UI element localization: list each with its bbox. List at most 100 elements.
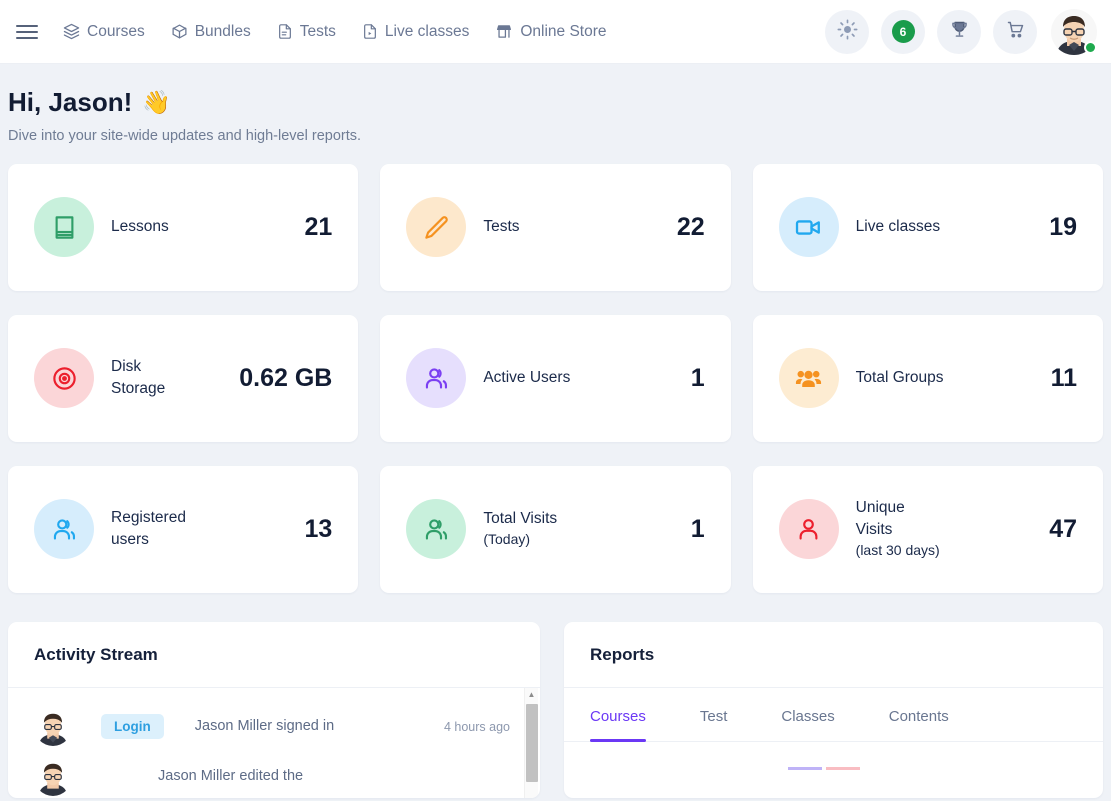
activity-scrollbar[interactable]: ▲	[524, 688, 538, 798]
activity-stream-body: Login Jason Miller signed in 4 hours ago	[8, 688, 540, 798]
activity-row[interactable]: Jason Miller edited the	[8, 752, 540, 798]
reports-chart-preview	[564, 742, 1103, 770]
tab-test[interactable]: Test	[700, 688, 728, 741]
stat-label: Active Users	[483, 367, 680, 389]
target-icon	[51, 365, 78, 392]
stat-card-disk-storage[interactable]: Disk Storage 0.62 GB	[8, 315, 358, 442]
stat-card-tests[interactable]: Tests 22	[380, 164, 730, 291]
tab-courses[interactable]: Courses	[590, 688, 646, 741]
file-text-icon	[277, 23, 293, 40]
stat-label: Total Visits (Today)	[483, 508, 680, 550]
nav-label-bundles: Bundles	[195, 24, 251, 40]
pencil-icon	[423, 214, 450, 241]
book-icon	[51, 214, 78, 241]
stat-label: Disk Storage	[111, 356, 229, 400]
user-check-icon	[423, 516, 450, 543]
user-check-icon-wrap	[34, 499, 94, 559]
user-check-icon-wrap	[406, 348, 466, 408]
stat-card-registered-users[interactable]: Registered users 13	[8, 466, 358, 593]
stat-label: Live classes	[856, 216, 1040, 238]
box-icon	[171, 23, 188, 40]
points-badge: 6	[892, 20, 915, 43]
theme-toggle-button[interactable]	[825, 10, 869, 54]
activity-stream-panel: Activity Stream	[8, 622, 540, 798]
video-file-icon	[362, 23, 378, 40]
stat-label: Tests	[483, 216, 667, 238]
cart-button[interactable]	[993, 10, 1037, 54]
stat-card-unique-visits[interactable]: Unique Visits (last 30 days) 47	[753, 466, 1103, 593]
user-check-icon-wrap	[406, 499, 466, 559]
stat-value: 13	[295, 515, 333, 544]
user-check-icon	[51, 516, 78, 543]
stat-label: Total Groups	[856, 367, 1041, 389]
nav-item-courses[interactable]: Courses	[63, 23, 145, 40]
stat-value: 1	[681, 364, 705, 393]
stat-card-total-groups[interactable]: Total Groups 11	[753, 315, 1103, 442]
stat-label-text: Total Visits	[483, 510, 557, 527]
achievements-button[interactable]	[937, 10, 981, 54]
trophy-icon	[949, 19, 970, 45]
hamburger-menu-icon[interactable]	[0, 0, 46, 64]
book-icon-wrap	[34, 197, 94, 257]
nav-label-live-classes: Live classes	[385, 24, 469, 40]
activity-list: Login Jason Miller signed in 4 hours ago	[8, 688, 540, 798]
stat-value: 21	[295, 213, 333, 242]
target-icon-wrap	[34, 348, 94, 408]
stat-label-sub: (Today)	[483, 530, 680, 550]
activity-avatar	[34, 758, 72, 796]
user-icon-wrap	[779, 499, 839, 559]
primary-nav-links: Courses Bundles Tests	[63, 23, 607, 40]
stat-card-live-classes[interactable]: Live classes 19	[753, 164, 1103, 291]
user-avatar[interactable]	[1051, 9, 1097, 55]
tab-contents[interactable]: Contents	[889, 688, 949, 741]
stat-label-sub: (last 30 days)	[856, 541, 1040, 561]
activity-badge[interactable]: Login	[101, 714, 164, 739]
tab-classes[interactable]: Classes	[781, 688, 834, 741]
scroll-up-arrow-icon[interactable]: ▲	[525, 688, 538, 702]
nav-item-live-classes[interactable]: Live classes	[362, 23, 469, 40]
chart-bar	[788, 767, 822, 770]
layers-icon	[63, 23, 80, 40]
stat-value: 22	[667, 213, 705, 242]
activity-text: Jason Miller edited the	[158, 767, 502, 787]
stat-label: Unique Visits (last 30 days)	[856, 497, 1040, 561]
stat-value: 11	[1041, 364, 1077, 393]
users-group-icon	[794, 364, 823, 393]
nav-label-online-store: Online Store	[520, 24, 606, 40]
reports-panel: Reports Courses Test Classes Contents	[564, 622, 1103, 798]
stat-card-active-users[interactable]: Active Users 1	[380, 315, 730, 442]
activity-avatar	[34, 708, 72, 746]
hamburger-line	[16, 37, 38, 39]
activity-stream-title: Activity Stream	[8, 622, 540, 688]
points-button[interactable]: 6	[881, 10, 925, 54]
top-navigation-bar: Courses Bundles Tests	[0, 0, 1111, 64]
user-check-icon	[423, 365, 450, 392]
hamburger-line	[16, 25, 38, 27]
nav-label-tests: Tests	[300, 24, 336, 40]
activity-row[interactable]: Login Jason Miller signed in 4 hours ago	[8, 702, 540, 752]
reports-tabs: Courses Test Classes Contents	[564, 688, 1103, 742]
nav-item-tests[interactable]: Tests	[277, 23, 336, 40]
page-title: Hi, Jason! 👋	[8, 88, 1103, 117]
greeting-text: Hi, Jason!	[8, 88, 132, 117]
users-group-icon-wrap	[779, 348, 839, 408]
scrollbar-thumb[interactable]	[526, 704, 538, 782]
stat-card-total-visits[interactable]: Total Visits (Today) 1	[380, 466, 730, 593]
dashboard-page: Hi, Jason! 👋 Dive into your site-wide up…	[0, 64, 1111, 798]
cart-icon	[1005, 19, 1026, 45]
bottom-panels: Activity Stream	[8, 622, 1103, 798]
stat-card-lessons[interactable]: Lessons 21	[8, 164, 358, 291]
stats-grid: Lessons 21 Tests 22 Live classes 19	[8, 164, 1103, 593]
nav-item-bundles[interactable]: Bundles	[171, 23, 251, 40]
nav-item-online-store[interactable]: Online Store	[495, 23, 606, 40]
stat-value: 1	[681, 515, 705, 544]
video-icon-wrap	[779, 197, 839, 257]
stat-label-text: Disk Storage	[111, 356, 171, 400]
top-bar-actions: 6	[825, 9, 1097, 55]
store-icon	[495, 23, 513, 40]
sun-icon	[837, 19, 858, 45]
reports-title: Reports	[564, 622, 1103, 688]
nav-label-courses: Courses	[87, 24, 145, 40]
pencil-icon-wrap	[406, 197, 466, 257]
stat-label-text: Unique Visits	[856, 497, 918, 541]
